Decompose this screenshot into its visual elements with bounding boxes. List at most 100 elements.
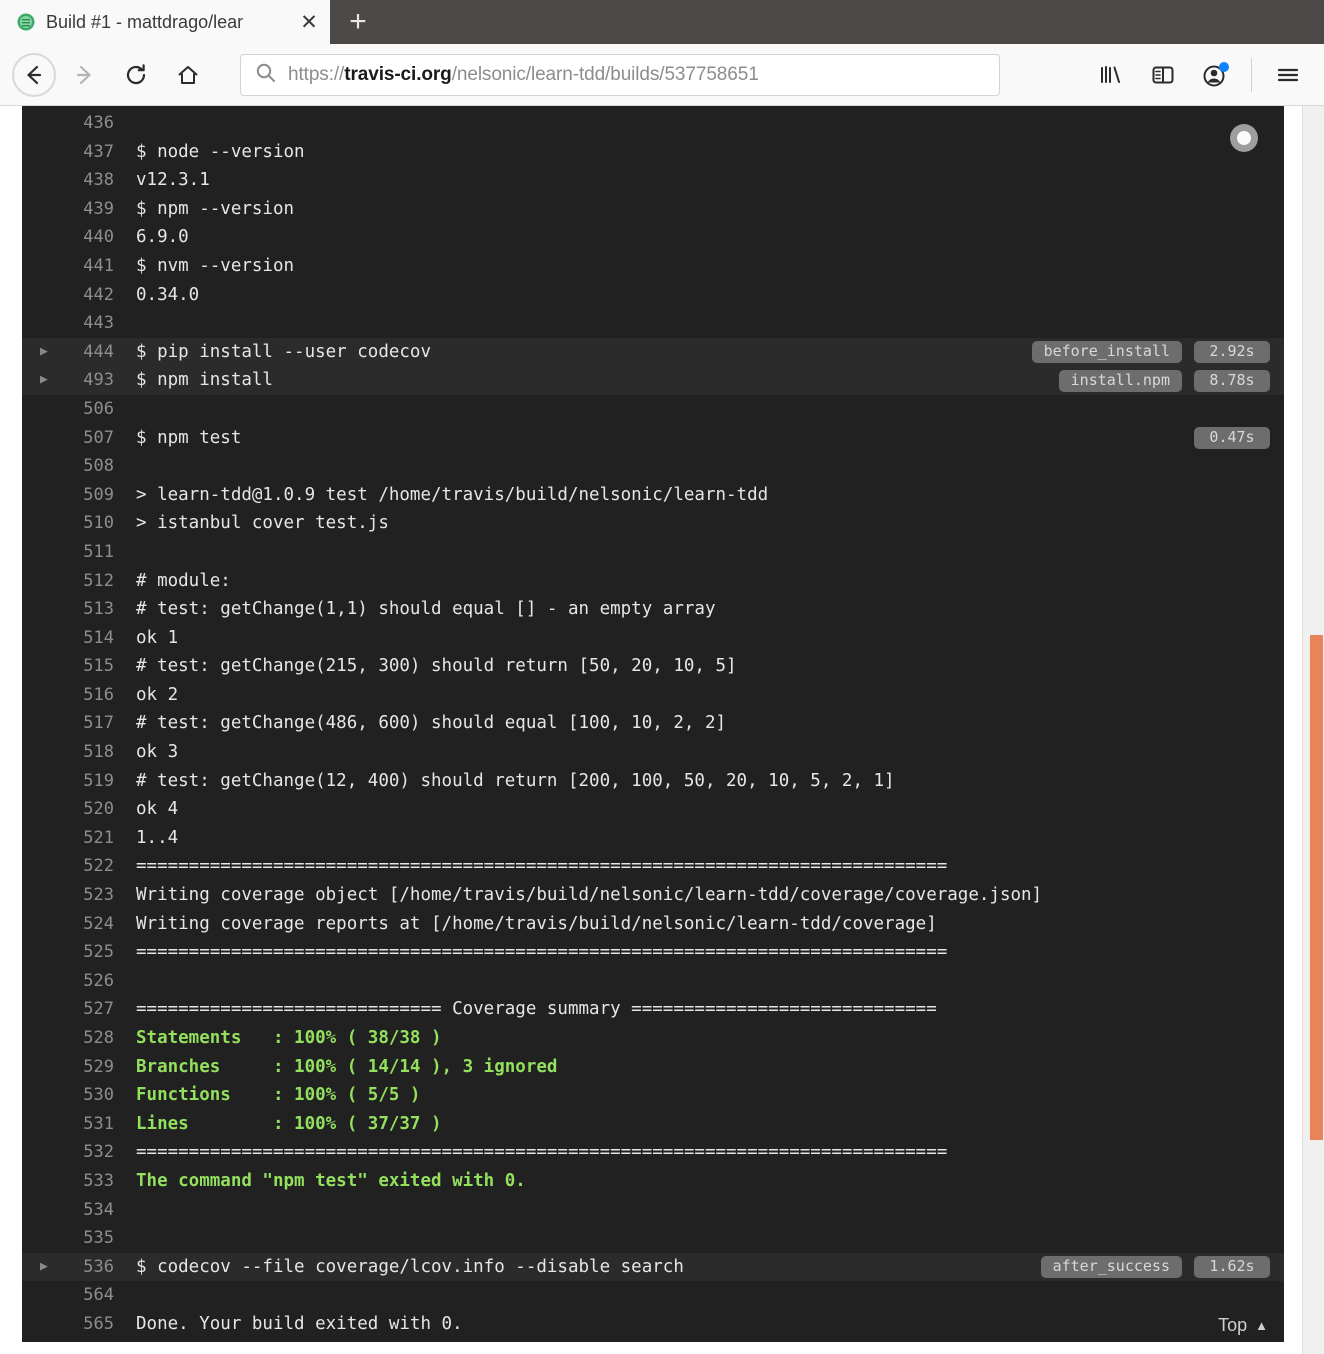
log-line: 507 $ npm test 0.47s [22, 424, 1284, 453]
scrollbar-thumb[interactable] [1310, 635, 1323, 1140]
log-line: 530 Functions : 100% ( 5/5 ) [22, 1081, 1284, 1110]
sidebar-button[interactable] [1139, 51, 1187, 99]
log-line: 534 [22, 1196, 1284, 1225]
log-line-number: 443 [83, 313, 114, 334]
log-line: 508 [22, 452, 1284, 481]
log-line-number: 511 [83, 541, 114, 562]
fold-toggle-icon[interactable]: ▶ [40, 338, 48, 367]
log-line-text: # test: getChange(1,1) should equal [] -… [136, 599, 716, 620]
log-line-number: 510 [83, 513, 114, 534]
toolbar-right-group [1087, 51, 1312, 99]
log-line: 516 ok 2 [22, 681, 1284, 710]
log-line-text: Branches : 100% ( 14/14 ), 3 ignored [136, 1056, 558, 1077]
log-line-number: 524 [83, 913, 114, 934]
log-line: 510 > istanbul cover test.js [22, 509, 1284, 538]
chevron-up-icon: ▲ [1255, 1318, 1268, 1333]
log-line: 438 v12.3.1 [22, 166, 1284, 195]
log-line: 564 [22, 1281, 1284, 1310]
fold-toggle-icon[interactable]: ▶ [40, 366, 48, 395]
fold-toggle-icon[interactable]: ▶ [40, 1253, 48, 1282]
log-line-number: 442 [83, 284, 114, 305]
log-duration-badge: 0.47s [1194, 426, 1270, 449]
log-line-number: 531 [83, 1113, 114, 1134]
log-line-number: 564 [83, 1285, 114, 1306]
tab-title: Build #1 - mattdrago/lear [46, 11, 244, 32]
log-line-number: 441 [83, 255, 114, 276]
log-line: 437 $ node --version [22, 138, 1284, 167]
log-line: 525 =====================================… [22, 938, 1284, 967]
log-line: 533 The command "npm test" exited with 0. [22, 1167, 1284, 1196]
hamburger-menu-icon [1277, 68, 1299, 81]
log-line-text: ========================================… [136, 942, 948, 963]
log-line: 529 Branches : 100% ( 14/14 ), 3 ignored [22, 1053, 1284, 1082]
account-button[interactable] [1191, 51, 1239, 99]
log-line-number: 530 [83, 1085, 114, 1106]
log-line-text: ========================================… [136, 856, 948, 877]
address-bar[interactable]: https://travis-ci.org/nelsonic/learn-tdd… [240, 53, 1000, 96]
log-line: 513 # test: getChange(1,1) should equal [… [22, 595, 1284, 624]
log-line: 532 =====================================… [22, 1138, 1284, 1167]
page-scrollbar[interactable] [1302, 106, 1324, 1354]
log-line-text: ok 2 [136, 684, 179, 705]
log-line-number: 519 [83, 770, 114, 791]
log-line-text: $ node --version [136, 141, 305, 162]
log-line: 512 # module: [22, 567, 1284, 596]
log-line-text: 6.9.0 [136, 227, 189, 248]
log-line: 436 [22, 109, 1284, 138]
log-line-number: 527 [83, 999, 114, 1020]
page-content: 436 437 $ node --version 438 v12.3.1 439 $ npm… [0, 106, 1324, 1354]
log-line: 519 # test: getChange(12, 400) should ret… [22, 767, 1284, 796]
url-input[interactable]: https://travis-ci.org/nelsonic/learn-tdd… [288, 64, 759, 86]
log-line-number: 436 [83, 113, 114, 133]
sidebar-icon [1152, 66, 1174, 83]
log-line-number: 525 [83, 942, 114, 963]
browser-tab-active[interactable]: Build #1 - mattdrago/lear ✕ [0, 0, 330, 44]
log-line-number: 515 [83, 656, 114, 677]
menu-button[interactable] [1264, 51, 1312, 99]
log-line-badges: before_install 2.92s [1031, 338, 1270, 367]
log-line: 441 $ nvm --version [22, 252, 1284, 281]
forward-button[interactable] [60, 51, 108, 99]
log-line: 511 [22, 538, 1284, 567]
close-icon[interactable]: ✕ [296, 9, 322, 35]
log-line[interactable]: ▶ 493 $ npm install install.npm 8.78s [22, 366, 1284, 395]
log-line[interactable]: ▶ 536 $ codecov --file coverage/lcov.info … [22, 1252, 1284, 1282]
log-line-number: 522 [83, 856, 114, 877]
log-duration-badge: 8.78s [1194, 369, 1270, 392]
log-line-number: 516 [83, 684, 114, 705]
new-tab-button[interactable]: + [330, 0, 386, 44]
log-line-text: The command "npm test" exited with 0. [136, 1170, 526, 1191]
log-line: 506 [22, 395, 1284, 424]
log-line: 515 # test: getChange(215, 300) should re… [22, 652, 1284, 681]
page-left-margin [0, 106, 22, 1354]
log-line-text: $ nvm --version [136, 255, 295, 276]
log-line-number: 439 [83, 198, 114, 219]
back-button[interactable] [12, 52, 56, 97]
log-line-text: $ npm test [136, 427, 242, 448]
log-line-badges: install.npm 8.78s [1058, 366, 1270, 395]
reload-button[interactable] [112, 51, 160, 99]
log-line: 527 ============================= Coverag… [22, 995, 1284, 1024]
log-line-number: 523 [83, 885, 114, 906]
log-line[interactable]: ▶ 444 $ pip install --user codecov before_i… [22, 337, 1284, 367]
library-button[interactable] [1087, 51, 1135, 99]
log-line: 514 ok 1 [22, 624, 1284, 653]
log-line: 443 [22, 309, 1284, 338]
log-line-number: 509 [83, 484, 114, 505]
log-line-number: 534 [83, 1199, 114, 1220]
scroll-to-top-link[interactable]: Top ▲ [1218, 1315, 1268, 1336]
log-line-number: 565 [83, 1313, 114, 1334]
log-line-text: ok 3 [136, 742, 179, 763]
log-line-number: 528 [83, 1028, 114, 1048]
log-line-text: > learn-tdd@1.0.9 test /home/travis/buil… [136, 484, 769, 505]
log-line-number: 518 [83, 742, 114, 763]
log-line-text: Writing coverage object [/home/travis/bu… [136, 885, 1043, 906]
library-icon [1101, 65, 1120, 83]
log-line-number: 521 [83, 827, 114, 848]
arrow-right-icon [76, 65, 91, 84]
browser-window: Build #1 - mattdrago/lear ✕ + https://tr… [0, 0, 1324, 1354]
log-line-text: Writing coverage reports at [/home/travi… [136, 913, 937, 934]
home-button[interactable] [164, 51, 212, 99]
log-line-text: 0.34.0 [136, 284, 200, 305]
log-duration-badge: 2.92s [1194, 341, 1270, 364]
